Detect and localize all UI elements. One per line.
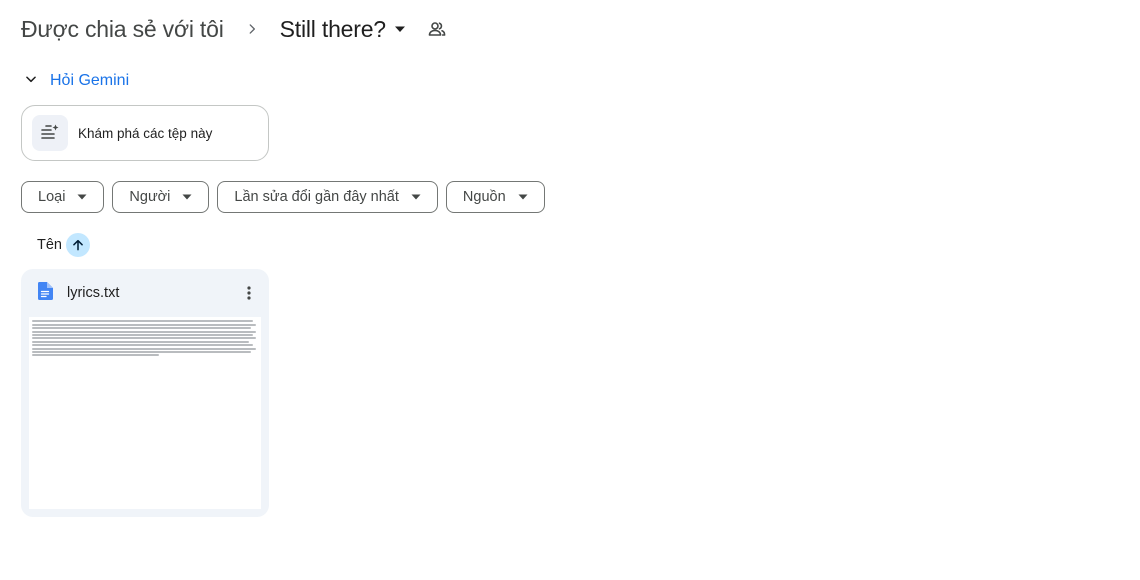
breadcrumb-current-folder[interactable]: Still there?	[280, 16, 406, 43]
explore-files-button[interactable]: Khám phá các tệp này	[21, 105, 269, 161]
file-thumbnail-preview	[29, 317, 261, 509]
thumbnail-text-line	[32, 323, 256, 326]
arrow-drop-down-icon	[394, 25, 406, 33]
thumbnail-text-line	[32, 344, 254, 347]
filter-source-label: Nguồn	[462, 189, 506, 205]
thumbnail-text-line	[32, 327, 252, 330]
arrow-up-icon	[73, 239, 83, 251]
ask-gemini-label: Hỏi Gemini	[50, 72, 130, 89]
people-icon[interactable]	[428, 21, 446, 37]
ask-gemini-toggle[interactable]: Hỏi Gemini	[24, 69, 129, 93]
filter-modified-label: Lần sửa đổi gần đây nhất	[234, 189, 399, 205]
sort-by-name-label[interactable]: Tên	[37, 237, 62, 253]
thumbnail-text-line	[32, 330, 256, 333]
filter-modified-chip[interactable]: Lần sửa đổi gần đây nhất	[217, 181, 438, 213]
folder-title: Still there?	[279, 15, 386, 42]
explore-files-label: Khám phá các tệp này	[78, 125, 213, 141]
doc-icon	[37, 281, 53, 305]
chevron-down-icon	[24, 72, 38, 91]
more-vert-icon[interactable]	[237, 281, 261, 305]
sort-direction-button[interactable]	[66, 233, 90, 257]
thumbnail-text-line	[32, 354, 159, 357]
filter-people-chip[interactable]: Người	[112, 181, 210, 213]
arrow-drop-down-icon	[411, 194, 421, 200]
thumbnail-text-line	[32, 320, 254, 323]
sort-control: Tên	[37, 233, 90, 257]
chevron-right-icon	[224, 22, 280, 36]
filter-people-label: Người	[129, 189, 171, 205]
breadcrumb: Được chia sẻ với tôi Still there?	[21, 12, 446, 46]
filter-type-label: Loại	[38, 189, 66, 205]
arrow-drop-down-icon	[182, 194, 192, 200]
thumbnail-text-line	[32, 337, 256, 340]
thumbnail-text-line	[32, 340, 249, 343]
spark-list-icon	[32, 115, 68, 151]
thumbnail-text-line	[32, 333, 254, 336]
file-card-header: lyrics.txt	[21, 269, 269, 317]
arrow-drop-down-icon	[77, 194, 87, 200]
drive-shared-folder-page: Được chia sẻ với tôi Still there? Hỏi Ge…	[0, 0, 1140, 580]
filter-source-chip[interactable]: Nguồn	[445, 181, 545, 213]
thumbnail-text-line	[32, 350, 252, 353]
thumbnail-text-line	[32, 347, 256, 350]
file-card[interactable]: lyrics.txt	[21, 269, 269, 517]
file-name: lyrics.txt	[67, 285, 120, 301]
filter-bar: Loại Người Lần sửa đổi gần đây nhất Nguồ…	[21, 181, 545, 213]
breadcrumb-root-shared-with-me[interactable]: Được chia sẻ với tôi	[21, 14, 224, 45]
filter-type-chip[interactable]: Loại	[21, 181, 105, 213]
arrow-drop-down-icon	[518, 194, 528, 200]
